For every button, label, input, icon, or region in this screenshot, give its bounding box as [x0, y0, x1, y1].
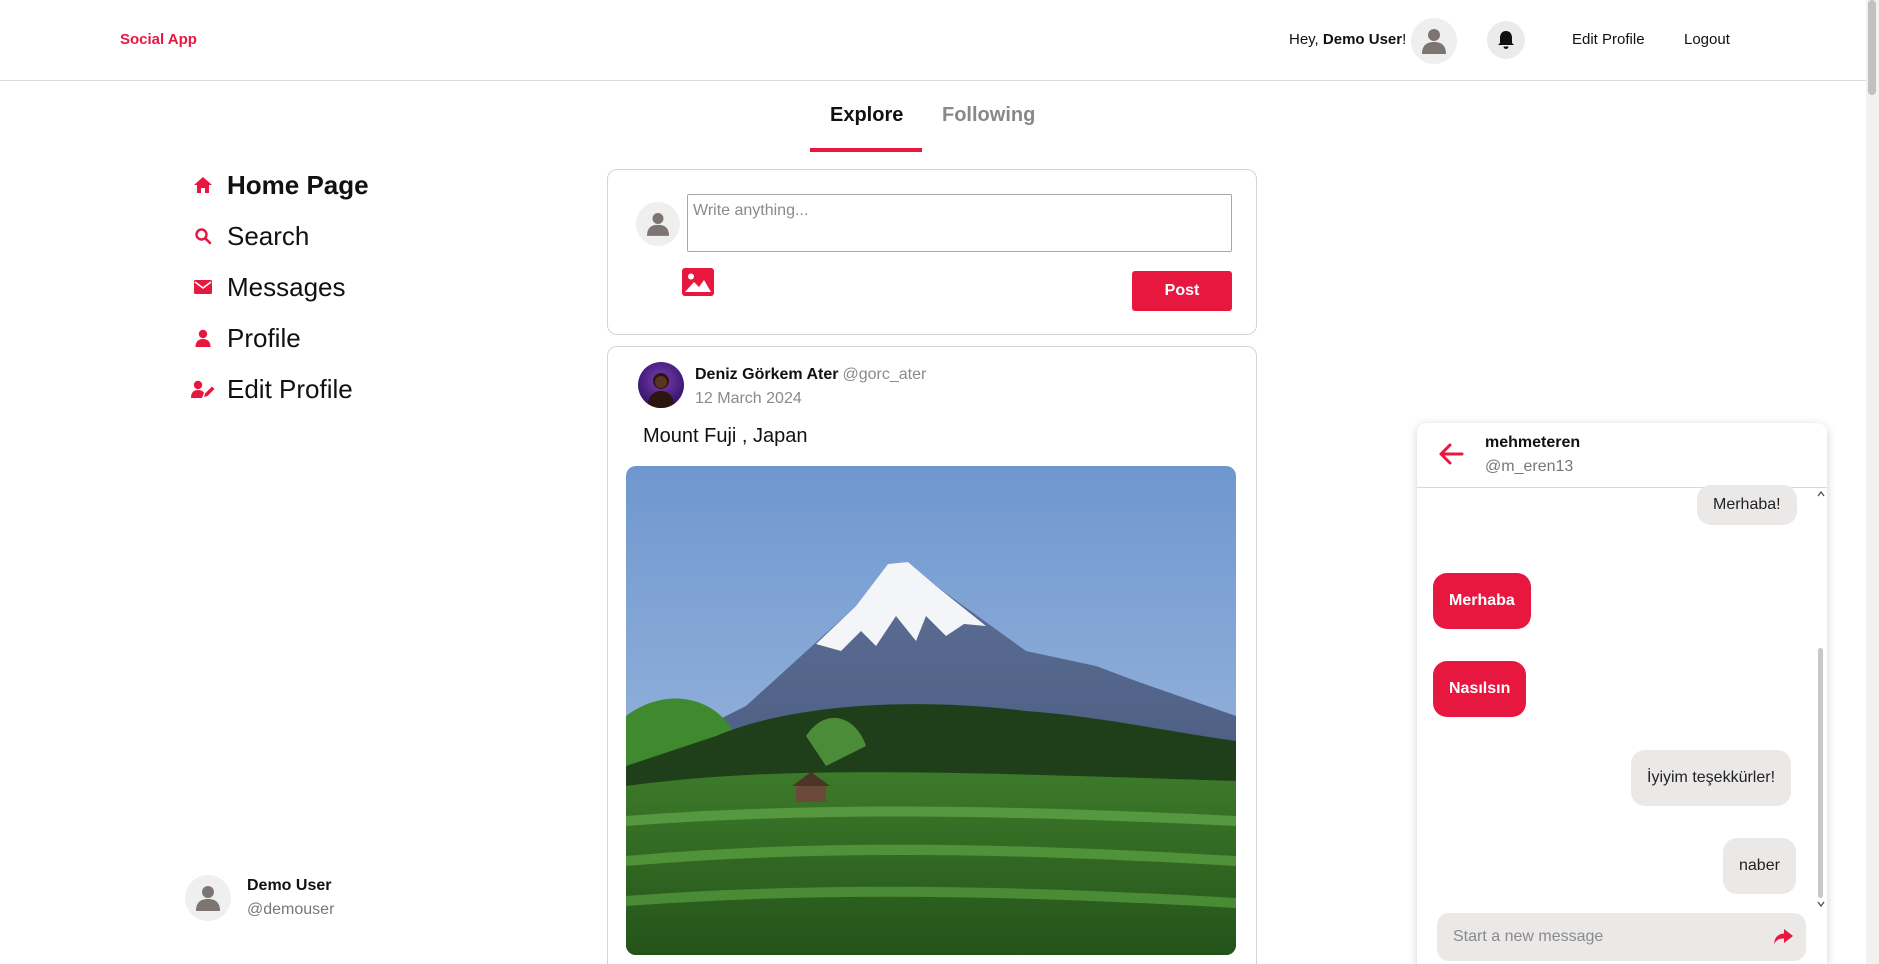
greeting-user-name: Demo User: [1322, 31, 1403, 48]
sidebar-item-label: Edit Profile: [227, 373, 353, 404]
current-user-handle: @demouser: [247, 901, 335, 918]
chat-contact-name[interactable]: mehmeteren: [1485, 434, 1580, 452]
sidebar-item-label: Home Page: [227, 169, 369, 200]
page-scrollbar[interactable]: [1866, 0, 1879, 964]
user-silhouette-icon: [1422, 29, 1446, 54]
message-bubble-received: Merhaba!: [1697, 485, 1797, 525]
message-bubble-received: naber: [1723, 838, 1796, 894]
tab-explore[interactable]: Explore: [830, 104, 903, 127]
avatar[interactable]: [638, 362, 684, 408]
user-silhouette-icon: [196, 886, 220, 911]
logout-link[interactable]: Logout: [1684, 31, 1730, 48]
sidebar-item-label: Profile: [227, 322, 301, 353]
current-user-card[interactable]: Demo User @demouser: [185, 875, 334, 921]
tab-following[interactable]: Following: [942, 104, 1035, 127]
message-input[interactable]: [1437, 913, 1806, 961]
image-upload-icon[interactable]: [682, 268, 714, 296]
post-author: Deniz Görkem Ater @gorc_ater: [695, 366, 926, 384]
bell-icon: [1498, 31, 1514, 49]
chat-header: mehmeteren @m_eren13: [1417, 423, 1827, 488]
sidebar-item-home[interactable]: Home Page: [190, 165, 369, 205]
post-button[interactable]: Post: [1132, 271, 1232, 311]
back-arrow-icon[interactable]: [1437, 440, 1465, 468]
search-icon: [190, 223, 216, 249]
post-composer: Post: [607, 169, 1257, 335]
post-date: 12 March 2024: [695, 390, 802, 407]
header-edit-profile-link[interactable]: Edit Profile: [1572, 31, 1645, 48]
user-edit-icon: [190, 376, 216, 402]
message-bubble-sent: Merhaba: [1433, 573, 1531, 629]
greeting-prefix: Hey,: [1289, 31, 1323, 48]
avatar: [185, 875, 231, 921]
chat-scrollbar-thumb[interactable]: [1818, 648, 1823, 898]
current-user-name: Demo User: [247, 877, 332, 894]
sidebar-item-edit-profile[interactable]: Edit Profile: [190, 369, 353, 409]
post-image[interactable]: [626, 466, 1236, 955]
brand-logo[interactable]: Social App: [120, 31, 197, 48]
page-scrollbar-thumb[interactable]: [1868, 0, 1876, 95]
sidebar-item-label: Messages: [227, 271, 346, 302]
current-user-info: Demo User @demouser: [247, 877, 334, 919]
sidebar-item-messages[interactable]: Messages: [190, 267, 346, 307]
greeting: Hey, Demo User!: [1289, 31, 1406, 48]
user-silhouette-icon: [647, 213, 669, 236]
avatar: [636, 202, 680, 246]
sidebar-item-label: Search: [227, 220, 310, 251]
post-text-input[interactable]: [687, 194, 1232, 252]
chat-window: mehmeteren @m_eren13 Merhaba! Merhaba Na…: [1417, 423, 1827, 964]
sidebar-item-search[interactable]: Search: [190, 216, 309, 256]
top-bar: Social App Hey, Demo User! Edit Profile …: [0, 0, 1866, 81]
mountain-photo: [626, 466, 1236, 955]
greeting-suffix: !: [1402, 31, 1407, 48]
post-text: Mount Fuji , Japan: [643, 425, 808, 447]
sidebar-item-profile[interactable]: Profile: [190, 318, 301, 358]
feed-post: Deniz Görkem Ater @gorc_ater 12 March 202…: [607, 346, 1257, 964]
message-bubble-received: İyiyim teşekkürler!: [1631, 750, 1792, 806]
envelope-icon: [190, 274, 216, 300]
author-photo: [647, 373, 675, 408]
post-author-name[interactable]: Deniz Görkem Ater: [695, 366, 838, 383]
user-icon: [190, 325, 216, 351]
chat-contact-handle: @m_eren13: [1485, 458, 1574, 475]
message-bubble-sent: Nasılsın: [1433, 661, 1527, 717]
home-icon: [190, 172, 216, 198]
page: Social App Hey, Demo User! Edit Profile …: [0, 0, 1879, 964]
header-avatar[interactable]: [1411, 18, 1457, 64]
notifications-button[interactable]: [1487, 21, 1525, 59]
active-tab-indicator: [810, 148, 922, 152]
post-author-handle[interactable]: @gorc_ater: [842, 366, 926, 383]
send-icon[interactable]: [1772, 926, 1794, 948]
